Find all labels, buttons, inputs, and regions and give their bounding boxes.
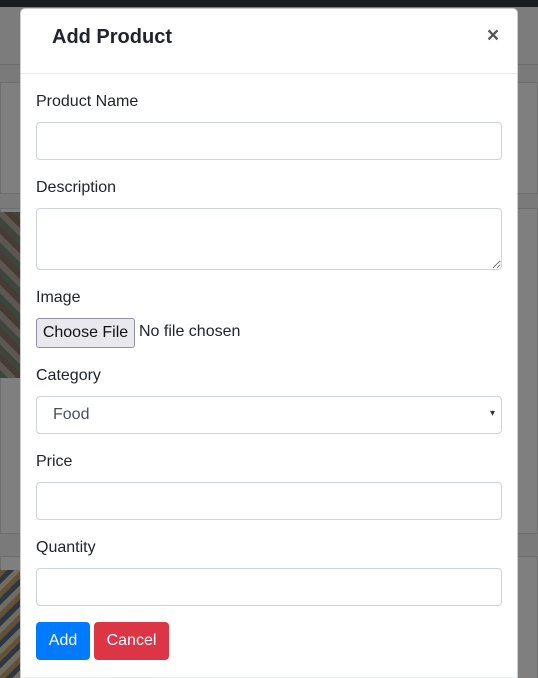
add-product-modal: Add Product × Product Name Description I…	[20, 8, 518, 678]
product-name-input[interactable]	[36, 122, 502, 160]
cancel-button[interactable]: Cancel	[94, 622, 169, 660]
product-name-label: Product Name	[36, 93, 139, 110]
add-button[interactable]: Add	[36, 622, 90, 660]
description-label: Description	[36, 179, 117, 196]
quantity-input[interactable]	[36, 568, 502, 606]
category-label: Category	[36, 367, 101, 384]
choose-file-button[interactable]: Choose File	[36, 318, 135, 348]
modal-title: Add Product	[52, 26, 172, 48]
image-label: Image	[36, 289, 81, 306]
category-select-box[interactable]: Food ▾	[36, 396, 502, 434]
quantity-label: Quantity	[36, 539, 96, 556]
price-label: Price	[36, 453, 73, 470]
category-select[interactable]: Food ▾	[36, 396, 502, 434]
modal-header: Add Product ×	[21, 9, 517, 74]
chevron-down-icon: ▾	[489, 408, 495, 419]
price-input[interactable]	[36, 482, 502, 520]
file-status-text: No file chosen	[139, 323, 241, 340]
description-textarea[interactable]	[36, 208, 502, 270]
category-selected-value: Food	[53, 406, 90, 423]
close-icon[interactable]: ×	[484, 25, 502, 47]
